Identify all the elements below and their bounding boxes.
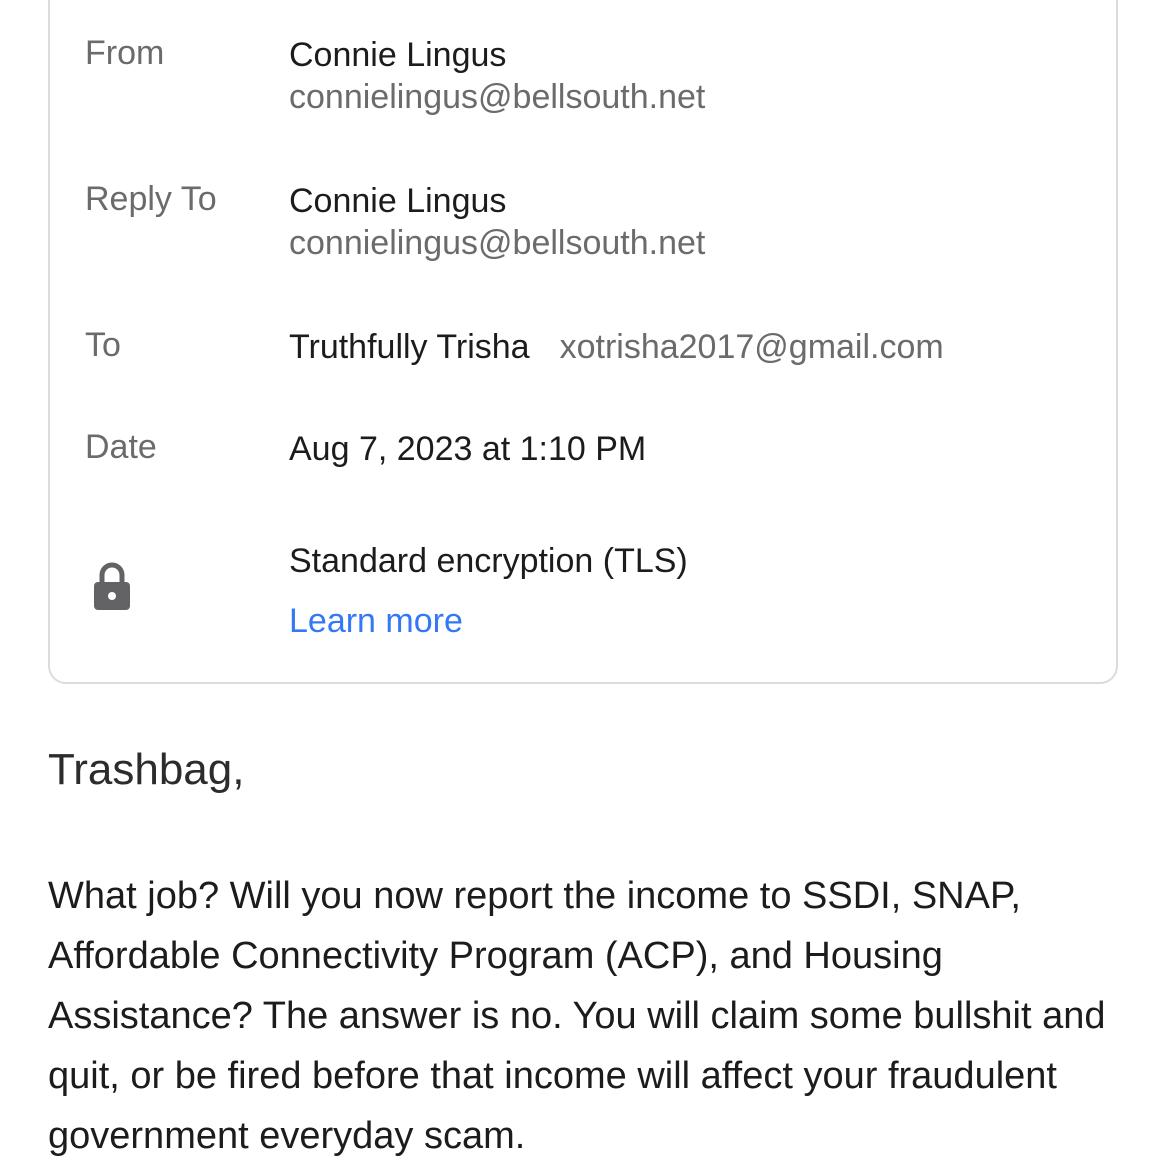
date-text: Aug 7, 2023 at 1:10 PM: [289, 430, 647, 468]
to-value[interactable]: Truthfully Trisha xotrisha2017@gmail.com: [289, 326, 944, 368]
reply-to-label: Reply To: [85, 180, 217, 218]
from-label: From: [85, 34, 165, 72]
lock-icon: [94, 562, 130, 610]
encryption-text: Standard encryption (TLS): [289, 542, 688, 580]
reply-to-email[interactable]: connielingus@bellsouth.net: [289, 222, 705, 264]
from-value[interactable]: Connie Lingus connielingus@bellsouth.net: [289, 34, 705, 118]
from-name[interactable]: Connie Lingus: [289, 34, 705, 76]
date-value: Aug 7, 2023 at 1:10 PM: [289, 428, 646, 470]
to-name[interactable]: Truthfully Trisha: [289, 328, 530, 366]
date-label: Date: [85, 428, 157, 466]
message-greeting: Trashbag,: [48, 745, 245, 794]
to-email[interactable]: xotrisha2017@gmail.com: [560, 328, 944, 366]
reply-to-value[interactable]: Connie Lingus connielingus@bellsouth.net: [289, 180, 705, 264]
learn-more-link[interactable]: Learn more: [289, 602, 688, 641]
message-body: What job? Will you now report the income…: [48, 875, 1106, 1157]
from-email[interactable]: connielingus@bellsouth.net: [289, 76, 705, 118]
message-details-card: From Connie Lingus connielingus@bellsout…: [48, 0, 1118, 684]
reply-to-name[interactable]: Connie Lingus: [289, 180, 705, 222]
to-label: To: [85, 326, 121, 364]
security-value: Standard encryption (TLS) Learn more: [289, 540, 688, 641]
